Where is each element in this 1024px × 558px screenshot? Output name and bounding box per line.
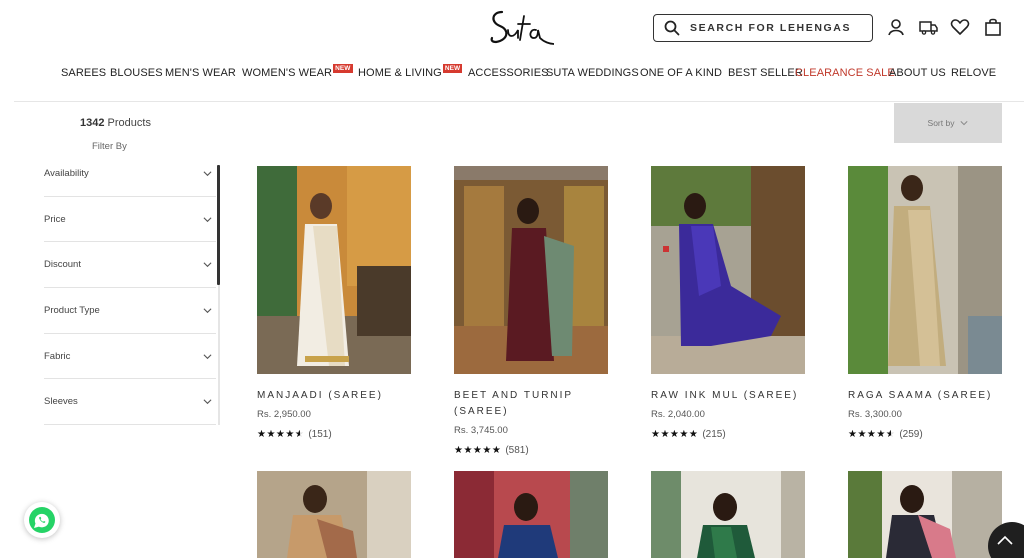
- chevron-down-icon: [960, 121, 969, 126]
- review-count: (259): [899, 429, 923, 440]
- filter-list: Availability Price Discount Product Type…: [44, 151, 216, 426]
- product-count-number: 1342: [80, 117, 105, 129]
- chevron-down-icon: [203, 399, 212, 405]
- suta-logo[interactable]: [488, 8, 555, 48]
- nav-home-living-label: HOME & LIVING: [358, 67, 442, 79]
- product-price: Rs. 2,950.00: [257, 409, 311, 420]
- product-image[interactable]: [848, 166, 1002, 374]
- product-image[interactable]: [651, 471, 805, 558]
- product-image[interactable]: [651, 166, 805, 374]
- product-image[interactable]: [257, 471, 411, 558]
- header-divider: [14, 101, 1024, 102]
- heart-icon[interactable]: [950, 17, 970, 37]
- user-icon[interactable]: [886, 17, 906, 37]
- filter-label: Product Type: [44, 305, 100, 317]
- product-count-label: Products: [104, 117, 151, 129]
- new-badge: NEW: [442, 64, 463, 73]
- product-rating[interactable]: ★★★★★★★★★★ (259): [848, 429, 923, 440]
- chevron-down-icon: [203, 262, 212, 268]
- product-rating[interactable]: ★★★★★★★★★★ (151): [257, 429, 332, 440]
- search-bar[interactable]: [653, 14, 873, 42]
- nav-about-us[interactable]: ABOUT US: [889, 67, 946, 79]
- filter-label: Fabric: [44, 350, 71, 362]
- review-count: (151): [308, 429, 332, 440]
- filter-price[interactable]: Price: [44, 197, 216, 243]
- new-badge: NEW: [333, 64, 353, 73]
- product-name[interactable]: RAGA SAAMA (SAREE): [848, 388, 1008, 404]
- whatsapp-chat-button[interactable]: [24, 502, 60, 538]
- product-image[interactable]: [454, 471, 608, 558]
- truck-icon[interactable]: [918, 17, 938, 37]
- chevron-down-icon: [203, 171, 212, 177]
- bag-icon[interactable]: [983, 17, 1003, 37]
- product-name[interactable]: RAW INK MUL (SAREE): [651, 388, 811, 404]
- star-rating-icon: ★★★★★★★★★★: [257, 428, 305, 440]
- product-image[interactable]: [848, 471, 1002, 558]
- chevron-down-icon: [203, 217, 212, 222]
- chevron-down-icon: [203, 354, 212, 359]
- nav-home-living[interactable]: HOME & LIVING NEW: [358, 64, 463, 79]
- nav-sarees[interactable]: SAREES: [61, 67, 106, 79]
- main-nav: SAREES BLOUSES MEN'S WEAR WOMEN'S WEAR NE…: [0, 64, 1024, 83]
- chevron-down-icon: [203, 308, 212, 314]
- product-price: Rs. 3,300.00: [848, 409, 902, 420]
- nav-womens-wear-label: WOMEN'S WEAR: [242, 67, 333, 79]
- review-count: (215): [702, 429, 726, 440]
- search-input[interactable]: [690, 22, 870, 34]
- filter-label: Availability: [44, 168, 89, 179]
- product-rating[interactable]: ★★★★★ ★★★★★ (215): [651, 429, 726, 440]
- nav-one-of-a-kind[interactable]: ONE OF A KIND: [640, 67, 722, 79]
- product-image[interactable]: [454, 166, 608, 374]
- product-price: Rs. 2,040.00: [651, 409, 705, 420]
- filter-availability[interactable]: Availability: [44, 151, 216, 197]
- filter-discount[interactable]: Discount: [44, 242, 216, 289]
- nav-accessories[interactable]: ACCESSORIES: [468, 67, 549, 79]
- filter-label: Discount: [44, 259, 81, 271]
- filter-sleeves[interactable]: Sleeves: [44, 379, 216, 426]
- filter-scrollbar-thumb[interactable]: [217, 165, 220, 285]
- filter-label: Price: [44, 213, 66, 225]
- filter-label: Sleeves: [44, 396, 78, 408]
- review-count: (581): [505, 445, 529, 456]
- sort-by-dropdown[interactable]: Sort by: [894, 103, 1002, 143]
- nav-suta-weddings[interactable]: SUTA WEDDINGS: [546, 67, 639, 79]
- search-icon: [664, 20, 680, 36]
- nav-womens-wear[interactable]: WOMEN'S WEAR NEW: [242, 64, 353, 79]
- product-name[interactable]: BEET AND TURNIP (SAREE): [454, 388, 614, 420]
- product-name[interactable]: MANJAADI (SAREE): [257, 388, 417, 404]
- product-count: 1342 Products: [80, 117, 151, 129]
- nav-blouses[interactable]: BLOUSES: [110, 67, 163, 79]
- filter-product-type[interactable]: Product Type: [44, 288, 216, 334]
- product-price: Rs. 3,745.00: [454, 425, 508, 436]
- nav-clearance-sale[interactable]: CLEARANCE SALE: [795, 67, 895, 79]
- nav-relove[interactable]: RELOVE: [951, 67, 996, 79]
- chevron-up-icon: [997, 535, 1013, 545]
- star-rating-icon: ★★★★★★★★★★: [651, 428, 699, 440]
- sort-by-label: Sort by: [927, 118, 955, 128]
- nav-best-seller[interactable]: BEST SELLER: [728, 67, 803, 79]
- whatsapp-icon: [29, 507, 55, 533]
- product-rating[interactable]: ★★★★★ ★★★★★ (581): [454, 445, 529, 456]
- filter-fabric[interactable]: Fabric: [44, 334, 216, 380]
- star-rating-icon: ★★★★★★★★★★: [454, 444, 502, 456]
- nav-mens-wear[interactable]: MEN'S WEAR: [165, 67, 236, 79]
- product-image[interactable]: [257, 166, 411, 374]
- star-rating-icon: ★★★★★★★★★★: [848, 428, 896, 440]
